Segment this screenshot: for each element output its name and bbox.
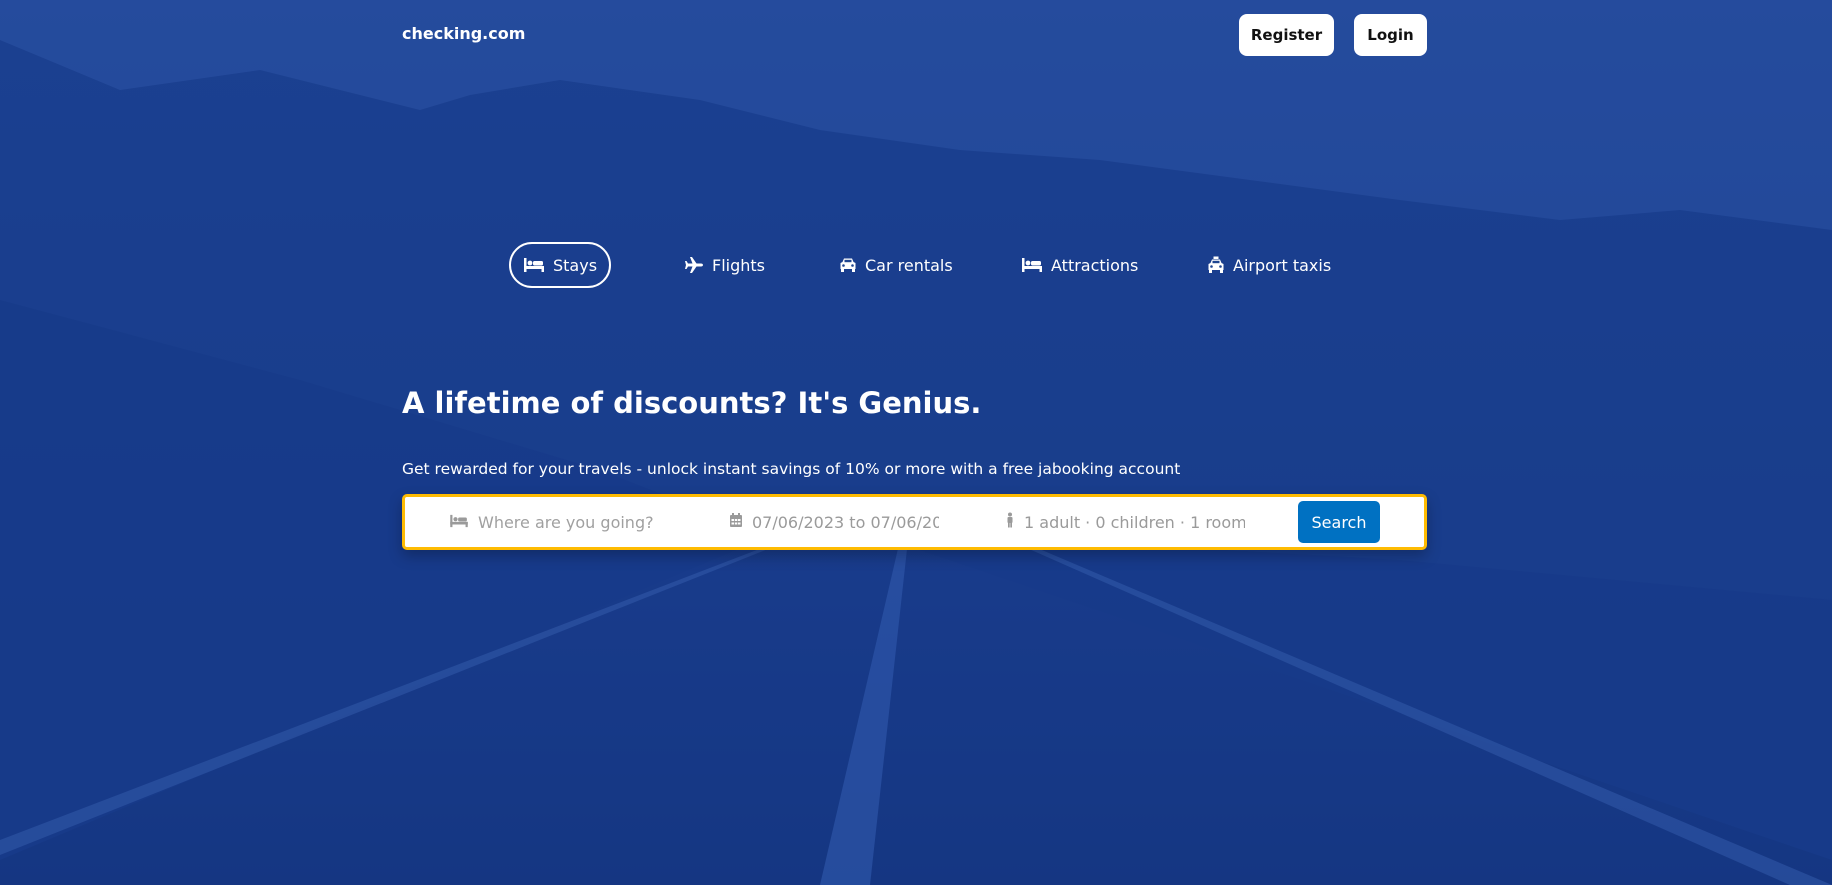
car-icon — [839, 257, 857, 273]
category-nav: Stays Flights Car rentals Attractions Ai… — [0, 242, 1832, 288]
search-button[interactable]: Search — [1298, 501, 1380, 543]
calendar-icon — [729, 512, 743, 532]
bed-icon — [449, 513, 469, 532]
background-overlay — [0, 0, 1832, 885]
date-range-text: 07/06/2023 to 07/06/20 — [752, 512, 939, 532]
person-icon — [1005, 512, 1015, 532]
nav-label: Attractions — [1051, 255, 1139, 275]
nav-label: Flights — [712, 255, 765, 275]
bed-icon — [523, 257, 545, 273]
nav-item-attractions[interactable]: Attractions — [1007, 242, 1152, 288]
nav-item-car-rentals[interactable]: Car rentals — [825, 242, 967, 288]
guests-text: 1 adult · 0 children · 1 room — [1024, 512, 1245, 532]
nav-label: Car rentals — [865, 255, 953, 275]
destination-input[interactable] — [478, 512, 678, 532]
hero-subtitle: Get rewarded for your travels - unlock i… — [402, 460, 1181, 478]
register-button[interactable]: Register — [1239, 14, 1334, 56]
nav-label: Stays — [553, 255, 598, 275]
taxi-icon — [1207, 256, 1225, 274]
nav-item-flights[interactable]: Flights — [670, 242, 779, 288]
date-range-field[interactable]: 07/06/2023 to 07/06/20 — [729, 497, 939, 547]
nav-item-stays[interactable]: Stays — [509, 242, 612, 288]
nav-item-airport-taxis[interactable]: Airport taxis — [1193, 242, 1345, 288]
bed-icon — [1021, 257, 1043, 273]
destination-field[interactable] — [449, 497, 699, 547]
login-button[interactable]: Login — [1354, 14, 1427, 56]
search-bar: 07/06/2023 to 07/06/20 1 adult · 0 child… — [402, 494, 1427, 550]
nav-label: Airport taxis — [1233, 255, 1332, 275]
hero-title: A lifetime of discounts? It's Genius. — [402, 386, 982, 420]
guests-field[interactable]: 1 adult · 0 children · 1 room — [1005, 497, 1245, 547]
plane-icon — [684, 256, 704, 274]
site-logo[interactable]: checking.com — [402, 24, 525, 43]
